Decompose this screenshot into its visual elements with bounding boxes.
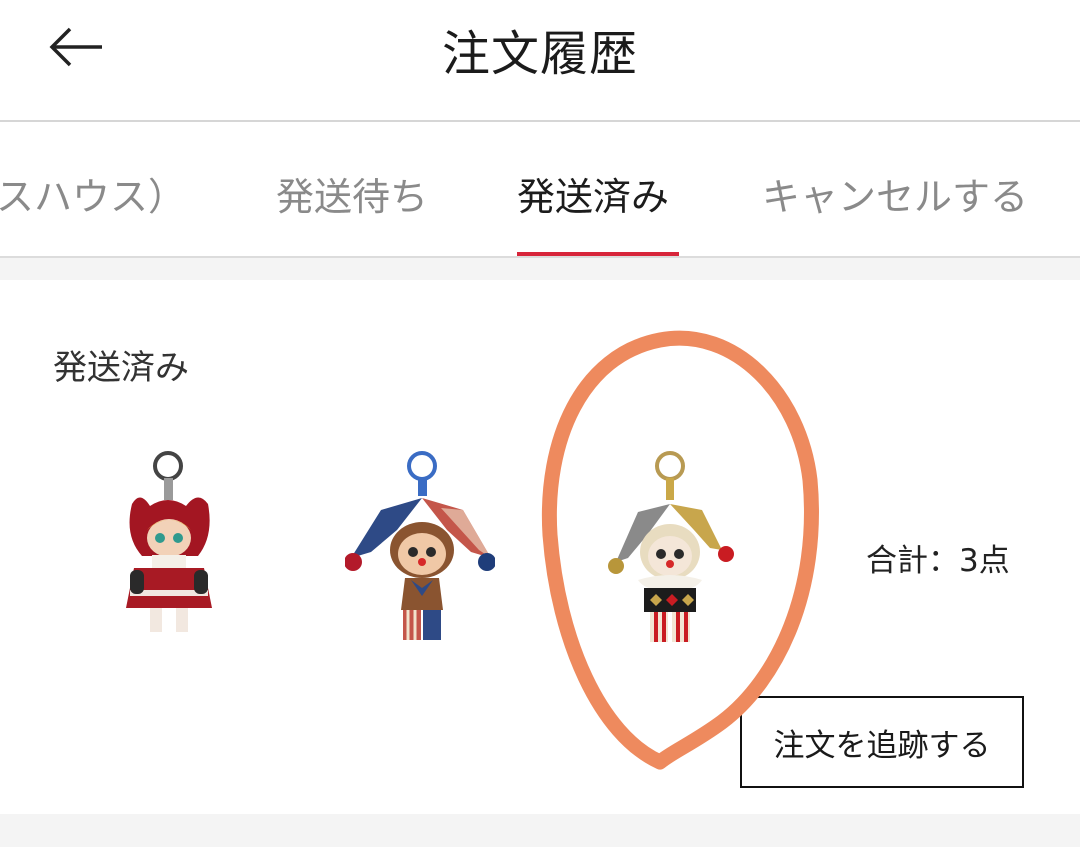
total-item-count: 合計：3点 — [866, 543, 1010, 579]
order-status-label: 発送済み — [53, 348, 189, 388]
tab-awaiting-shipment[interactable]: 発送待ち — [276, 172, 428, 222]
jester-clown-gold-image — [608, 451, 734, 642]
tab-cancel[interactable]: キャンセルする — [762, 172, 1028, 222]
jester-doll-blue-red-image — [344, 451, 496, 640]
product-image-1[interactable] — [94, 450, 244, 660]
active-tab-indicator — [517, 252, 679, 256]
red-hooded-doll-image — [126, 451, 212, 632]
product-image-2[interactable] — [344, 450, 496, 660]
product-image-3[interactable] — [598, 450, 748, 660]
tab-shipped[interactable]: 発送済み — [517, 172, 669, 222]
tab-partial-previous[interactable]: スハウス） — [0, 172, 186, 222]
order-status-tabs: スハウス） 発送待ち 発送済み キャンセルする — [0, 122, 1080, 258]
app-header: 注文履歴 — [0, 0, 1080, 122]
order-card[interactable]: 発送済み 合計：3点 注文を追跡する — [0, 280, 1080, 814]
page-title: 注文履歴 — [441, 26, 638, 82]
track-order-button[interactable]: 注文を追跡する — [740, 696, 1024, 788]
